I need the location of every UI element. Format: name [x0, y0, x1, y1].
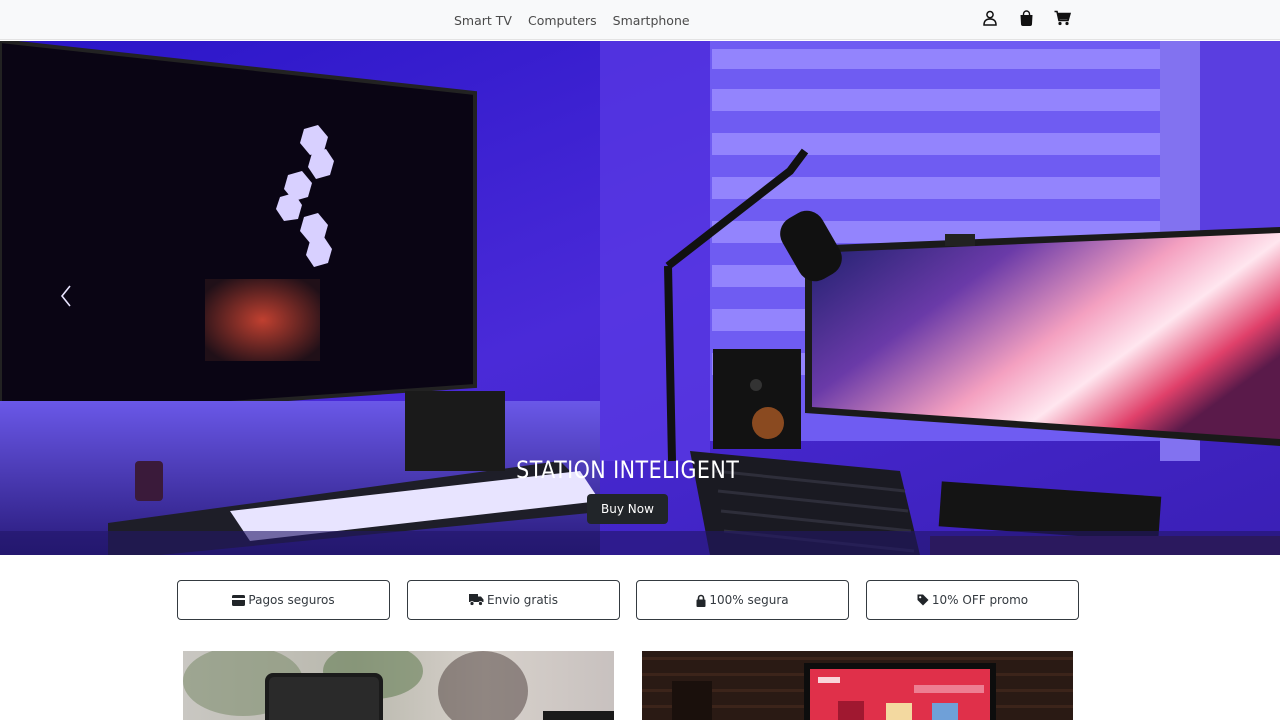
product-card-smart-tv[interactable] [642, 651, 1073, 720]
credit-card-icon [232, 594, 246, 606]
shopping-bag-icon[interactable] [1008, 0, 1044, 36]
product-card-image [642, 651, 1073, 720]
user-icon[interactable] [972, 0, 1008, 36]
lock-icon [696, 594, 706, 607]
feature-label: Pagos seguros [248, 593, 335, 607]
feature-label: Envio gratis [487, 593, 558, 607]
hero-carousel: STATION INTELIGENT Buy Now [0, 41, 1280, 555]
feature-label: 10% OFF promo [931, 593, 1029, 607]
nav-link-computers[interactable]: Computers [520, 13, 605, 28]
buy-now-button[interactable]: Buy Now [587, 494, 668, 524]
product-card-image [183, 651, 614, 720]
features-row: Pagos seguros Envio gratis 100% segura 1… [177, 580, 1079, 620]
hero-caption: STATION INTELIGENT [0, 456, 1255, 484]
chevron-left-icon [60, 285, 72, 311]
truck-icon [469, 594, 484, 606]
feature-envio-gratis: Envio gratis [407, 580, 620, 620]
shopping-cart-icon[interactable] [1044, 0, 1080, 36]
nav-link-smart-tv[interactable]: Smart TV [446, 13, 520, 28]
navbar: Smart TV Computers Smartphone [0, 0, 1280, 40]
feature-label: 100% segura [709, 593, 789, 607]
hero-title: STATION INTELIGENT [515, 456, 740, 484]
tag-icon [917, 594, 929, 606]
feature-100-segura: 100% segura [636, 580, 849, 620]
product-card-smartphone[interactable] [183, 651, 614, 720]
carousel-prev-button[interactable] [48, 273, 84, 323]
feature-pagos-seguros: Pagos seguros [177, 580, 390, 620]
feature-10-off-promo: 10% OFF promo [866, 580, 1079, 620]
nav-links: Smart TV Computers Smartphone [446, 0, 698, 40]
nav-link-smartphone[interactable]: Smartphone [605, 13, 698, 28]
nav-icons [972, 0, 1080, 36]
